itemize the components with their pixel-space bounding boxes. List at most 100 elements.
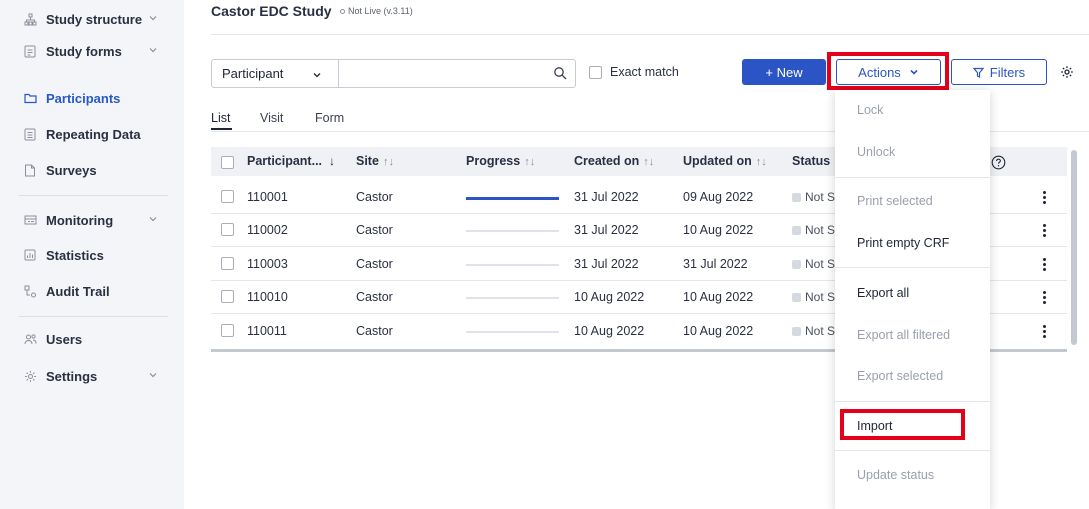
gear-icon — [23, 369, 37, 383]
actions-button[interactable]: Actions — [836, 59, 941, 85]
row-checkbox[interactable] — [221, 324, 234, 337]
chevron-down-icon[interactable] — [148, 13, 158, 23]
participant-id[interactable]: 110001 — [247, 190, 288, 204]
chevron-down-icon[interactable] — [148, 214, 158, 224]
row-menu-button[interactable] — [1037, 222, 1051, 239]
participant-id[interactable]: 110003 — [247, 257, 288, 271]
menu-divider — [835, 177, 990, 178]
menu-item-lock[interactable]: Lock — [835, 95, 990, 125]
row-checkbox[interactable] — [221, 290, 234, 303]
sidebar-item-study-forms[interactable]: Study forms — [0, 36, 184, 66]
row-checkbox[interactable] — [221, 190, 234, 203]
tab-form[interactable]: Form — [315, 111, 344, 125]
search-icon[interactable] — [553, 66, 567, 80]
status-square-icon — [792, 326, 801, 336]
filter-icon — [972, 67, 984, 78]
column-header-participant[interactable]: Participant... ↓ — [247, 154, 335, 168]
status-dot-icon — [340, 8, 345, 14]
column-header-label: Created on — [574, 154, 640, 168]
row-menu-button[interactable] — [1037, 189, 1051, 206]
sort-desc-icon: ↓ — [329, 154, 336, 168]
sidebar-item-label: Repeating Data — [46, 126, 141, 142]
menu-item-export-selected[interactable]: Export selected — [835, 361, 990, 391]
menu-item-print-empty-crf[interactable]: Print empty CRF — [835, 228, 990, 258]
row-menu-button[interactable] — [1037, 256, 1051, 273]
participant-id[interactable]: 110010 — [247, 290, 288, 304]
menu-item-update-status[interactable]: Update status — [835, 460, 990, 490]
tab-list[interactable]: List — [211, 111, 230, 125]
sidebar-item-surveys[interactable]: Surveys — [0, 155, 184, 185]
chevron-down-icon[interactable] — [148, 45, 158, 55]
sort-icon: ↑↓ — [643, 156, 655, 168]
monitor-icon — [23, 213, 37, 227]
checkbox[interactable] — [589, 65, 602, 79]
sidebar-divider — [18, 316, 168, 317]
menu-item-print-selected[interactable]: Print selected — [835, 186, 990, 216]
folder-icon — [23, 91, 37, 105]
column-header-status[interactable]: Status — [792, 154, 830, 168]
column-header-label: Status — [792, 154, 831, 168]
menu-divider — [835, 450, 990, 451]
new-button[interactable]: + New — [742, 59, 826, 85]
exact-match-label: Exact match — [610, 65, 679, 79]
search-input[interactable] — [338, 59, 576, 88]
chart-icon — [23, 248, 37, 262]
filters-button[interactable]: Filters — [951, 59, 1047, 85]
sidebar-item-settings[interactable]: Settings — [0, 361, 184, 391]
created-on-cell: 31 Jul 2022 — [574, 190, 639, 204]
settings-gear-icon[interactable] — [1060, 65, 1074, 79]
participant-id[interactable]: 110011 — [247, 324, 287, 338]
study-status: Not Live (v.3.11) — [340, 6, 413, 16]
row-menu-button[interactable] — [1037, 323, 1051, 340]
site-cell: Castor — [356, 190, 393, 204]
sidebar-item-monitoring[interactable]: Monitoring — [0, 205, 184, 235]
search-field-select[interactable]: Participant — [211, 59, 339, 88]
tab-visit[interactable]: Visit — [260, 111, 283, 125]
progress-fill — [466, 196, 559, 200]
chevron-down-icon[interactable] — [148, 370, 158, 380]
status-badge: Not S — [792, 290, 835, 304]
sidebar-item-users[interactable]: Users — [0, 324, 184, 354]
column-header-label: Progress — [466, 154, 521, 168]
users-icon — [23, 332, 37, 346]
sidebar-item-repeating-data[interactable]: Repeating Data — [0, 119, 184, 149]
sidebar-item-label: Settings — [46, 368, 98, 384]
sidebar-item-statistics[interactable]: Statistics — [0, 240, 184, 270]
status-square-icon — [792, 225, 801, 235]
survey-icon — [23, 163, 37, 177]
menu-item-import[interactable]: Import — [835, 411, 990, 441]
site-cell: Castor — [356, 257, 393, 271]
row-checkbox[interactable] — [221, 257, 234, 270]
sort-icon: ↑↓ — [382, 156, 394, 168]
participant-id[interactable]: 110002 — [247, 223, 288, 237]
audit-icon — [23, 284, 37, 298]
sidebar: Study structure Study forms Participants… — [0, 0, 184, 509]
sidebar-item-study-structure[interactable]: Study structure — [0, 4, 184, 34]
menu-item-unlock[interactable]: Unlock — [835, 137, 990, 167]
created-on-cell: 10 Aug 2022 — [574, 290, 645, 304]
progress-bar — [466, 264, 559, 266]
column-header-progress[interactable]: Progress ↑↓ — [466, 154, 535, 168]
created-on-cell: 10 Aug 2022 — [574, 324, 645, 338]
menu-item-export-all-filtered[interactable]: Export all filtered — [835, 320, 990, 350]
site-cell: Castor — [356, 324, 393, 338]
column-header-created-on[interactable]: Created on ↑↓ — [574, 154, 654, 168]
select-all-checkbox[interactable] — [221, 156, 234, 169]
row-menu-button[interactable] — [1037, 289, 1051, 306]
table-scrollbar[interactable] — [1071, 150, 1077, 345]
exact-match-checkbox[interactable]: Exact match — [589, 65, 679, 79]
menu-divider — [835, 401, 990, 402]
column-header-site[interactable]: Site ↑↓ — [356, 154, 394, 168]
study-status-label: Not Live (v.3.11) — [348, 6, 413, 16]
progress-bar — [466, 297, 559, 299]
status-square-icon — [792, 259, 801, 269]
column-header-updated-on[interactable]: Updated on ↑↓ — [683, 154, 767, 168]
sidebar-item-audit-trail[interactable]: Audit Trail — [0, 276, 184, 306]
sidebar-item-participants[interactable]: Participants — [0, 83, 184, 113]
row-checkbox[interactable] — [221, 223, 234, 236]
menu-item-export-all[interactable]: Export all — [835, 278, 990, 308]
sitemap-icon — [23, 12, 37, 26]
help-icon[interactable] — [991, 155, 1006, 170]
site-cell: Castor — [356, 223, 393, 237]
status-badge: Not S — [792, 257, 835, 271]
